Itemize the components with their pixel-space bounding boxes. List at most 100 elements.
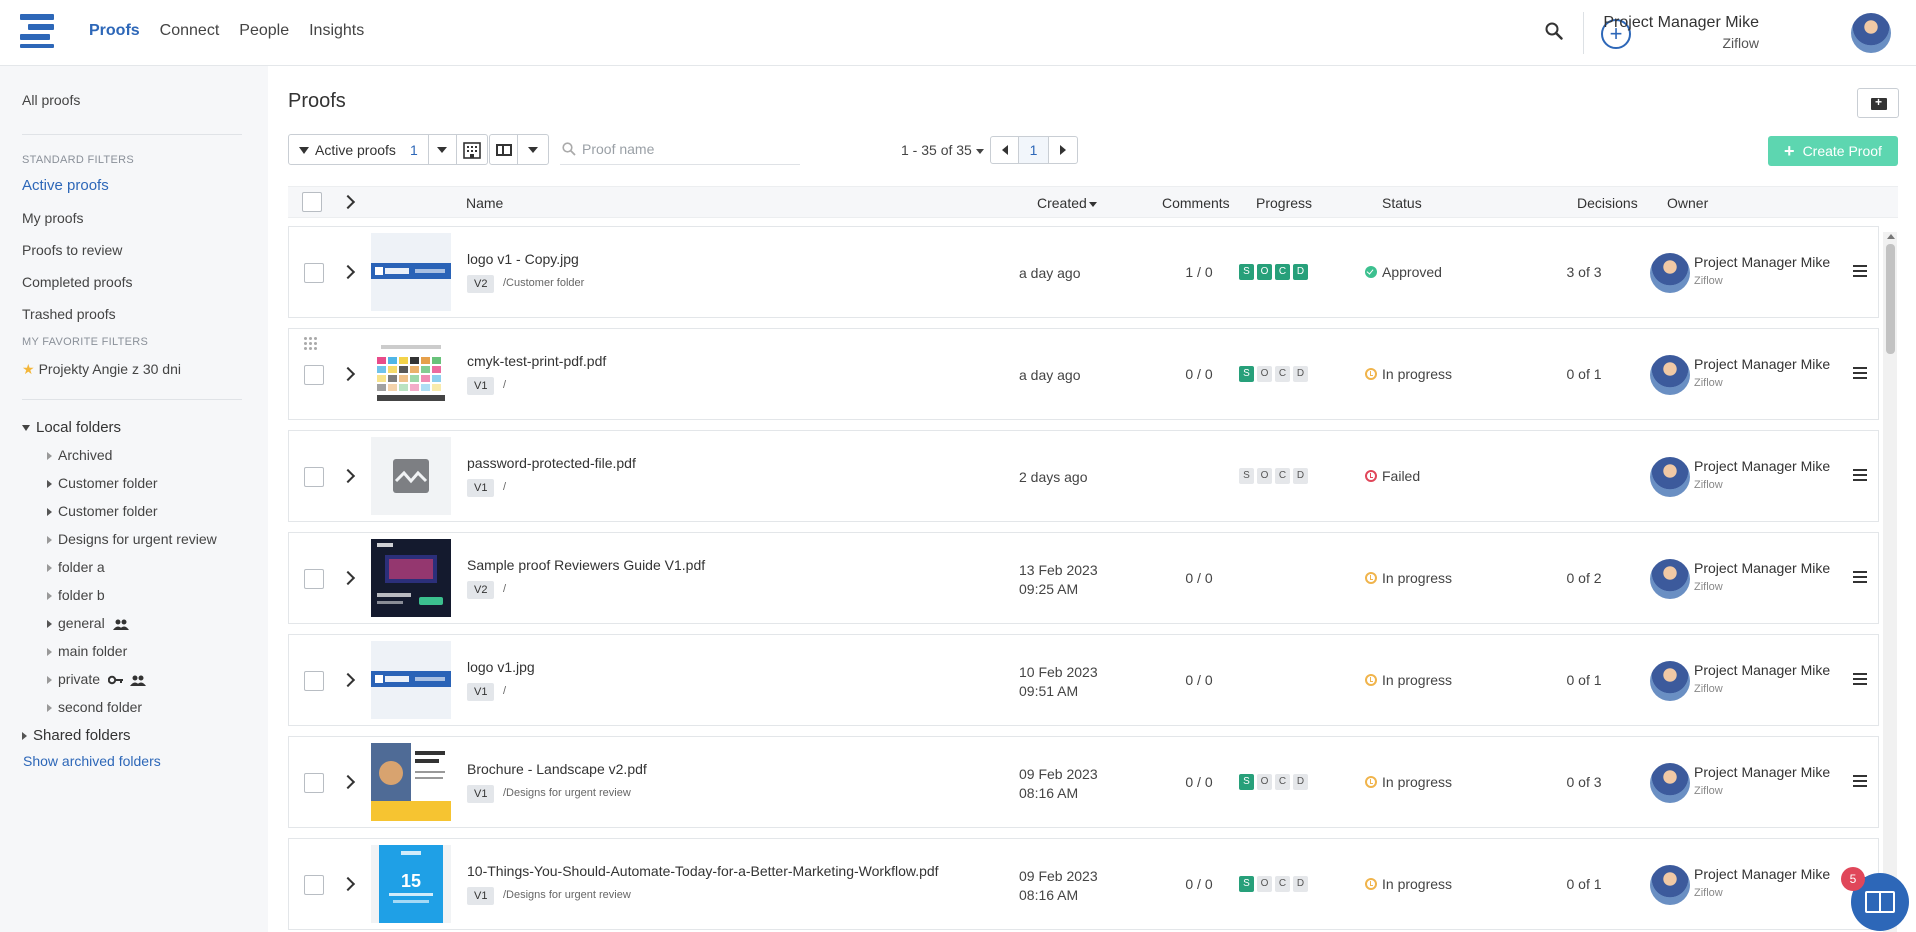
- current-page[interactable]: 1: [1019, 137, 1049, 163]
- search-icon[interactable]: [1545, 22, 1563, 40]
- owner-avatar[interactable]: [1650, 865, 1690, 905]
- row-menu-icon[interactable]: [1853, 775, 1867, 787]
- user-avatar[interactable]: [1851, 13, 1891, 53]
- drag-handle-icon[interactable]: [304, 337, 320, 353]
- owner-avatar[interactable]: [1650, 661, 1690, 701]
- owner-name[interactable]: Project Manager Mike: [1694, 560, 1830, 576]
- proof-thumbnail[interactable]: [371, 641, 451, 719]
- owner-name[interactable]: Project Manager Mike: [1694, 254, 1830, 270]
- column-dropdown-button[interactable]: [518, 135, 548, 164]
- proof-thumbnail[interactable]: [371, 539, 451, 617]
- version-badge[interactable]: V1: [467, 683, 495, 701]
- expand-row-icon[interactable]: [340, 366, 356, 382]
- row-checkbox[interactable]: [304, 263, 324, 283]
- expand-row-icon[interactable]: [340, 774, 356, 790]
- show-archived-folders-link[interactable]: Show archived folders: [23, 753, 161, 769]
- folder-b[interactable]: folder b: [47, 587, 105, 603]
- folder-second[interactable]: second folder: [47, 699, 142, 715]
- row-menu-icon[interactable]: [1853, 673, 1867, 685]
- filter-dropdown-button[interactable]: [429, 135, 457, 164]
- proof-thumbnail[interactable]: [371, 437, 451, 515]
- version-badge[interactable]: V1: [467, 785, 495, 803]
- select-all-checkbox[interactable]: [302, 192, 322, 212]
- comments-count[interactable]: 0 / 0: [1169, 876, 1229, 892]
- proof-name[interactable]: 10-Things-You-Should-Automate-Today-for-…: [467, 863, 939, 879]
- expand-row-icon[interactable]: [340, 264, 356, 280]
- folder-main[interactable]: main folder: [47, 643, 127, 659]
- proof-name[interactable]: logo v1.jpg: [467, 659, 535, 675]
- filter-trashed-proofs[interactable]: Trashed proofs: [22, 306, 116, 322]
- col-decisions[interactable]: Decisions: [1577, 195, 1638, 211]
- building-view-button[interactable]: [457, 135, 487, 164]
- col-owner[interactable]: Owner: [1667, 195, 1708, 211]
- owner-avatar[interactable]: [1650, 253, 1690, 293]
- filter-proofs-to-review[interactable]: Proofs to review: [22, 242, 122, 258]
- version-badge[interactable]: V2: [467, 275, 495, 293]
- comments-count[interactable]: 1 / 0: [1169, 264, 1229, 280]
- table-row[interactable]: Brochure - Landscape v2.pdf V1/Designs fo…: [288, 736, 1879, 828]
- filter-completed-proofs[interactable]: Completed proofs: [22, 274, 133, 290]
- owner-name[interactable]: Project Manager Mike: [1694, 764, 1830, 780]
- proof-name[interactable]: password-protected-file.pdf: [467, 455, 636, 471]
- proof-thumbnail[interactable]: [371, 743, 451, 821]
- owner-avatar[interactable]: [1650, 763, 1690, 803]
- version-badge[interactable]: V1: [467, 377, 495, 395]
- create-proof-button[interactable]: + Create Proof: [1768, 136, 1898, 166]
- owner-name[interactable]: Project Manager Mike: [1694, 866, 1830, 882]
- owner-name[interactable]: Project Manager Mike: [1694, 356, 1830, 372]
- expand-all-icon[interactable]: [340, 194, 356, 210]
- comments-count[interactable]: 0 / 0: [1169, 672, 1229, 688]
- table-row[interactable]: password-protected-file.pdf V1 / 2 days ago…: [288, 430, 1879, 522]
- owner-avatar[interactable]: [1650, 559, 1690, 599]
- table-row[interactable]: 15 10-Things-You-Should-Automate-Today-fo…: [288, 838, 1879, 930]
- favorite-filter-item[interactable]: ★ Projekty Angie z 30 dni: [22, 361, 181, 378]
- table-row[interactable]: cmyk-test-print-pdf.pdf V1 / a day ago 0 / 0…: [288, 328, 1879, 420]
- row-checkbox[interactable]: [304, 467, 324, 487]
- proof-thumbnail[interactable]: [371, 335, 451, 413]
- scrollbar-thumb[interactable]: [1886, 244, 1895, 354]
- nav-connect[interactable]: Connect: [160, 22, 220, 40]
- filter-active-proofs[interactable]: Active proofs: [22, 177, 109, 194]
- row-checkbox[interactable]: [304, 773, 324, 793]
- table-row[interactable]: logo v1 - Copy.jpg V2/Customer folder a da…: [288, 226, 1879, 318]
- proof-name[interactable]: logo v1 - Copy.jpg: [467, 251, 579, 267]
- folder-general[interactable]: general: [47, 615, 129, 631]
- row-menu-icon[interactable]: [1853, 571, 1867, 583]
- nav-insights[interactable]: Insights: [309, 22, 364, 40]
- col-comments[interactable]: Comments: [1162, 195, 1230, 211]
- row-checkbox[interactable]: [304, 875, 324, 895]
- row-menu-icon[interactable]: [1853, 265, 1867, 277]
- prev-page-button[interactable]: [991, 137, 1019, 163]
- comments-count[interactable]: 0 / 0: [1169, 366, 1229, 382]
- owner-name[interactable]: Project Manager Mike: [1694, 458, 1830, 474]
- local-folders-toggle[interactable]: Local folders: [22, 419, 121, 436]
- nav-proofs[interactable]: Proofs: [89, 22, 140, 40]
- col-created[interactable]: Created: [1037, 195, 1097, 211]
- proof-name[interactable]: Sample proof Reviewers Guide V1.pdf: [467, 557, 705, 573]
- folder-archived[interactable]: Archived: [47, 447, 112, 463]
- owner-avatar[interactable]: [1650, 457, 1690, 497]
- proof-name[interactable]: cmyk-test-print-pdf.pdf: [467, 353, 606, 369]
- folder-a[interactable]: folder a: [47, 559, 105, 575]
- proof-thumbnail[interactable]: 15: [371, 845, 451, 923]
- expand-row-icon[interactable]: [340, 672, 356, 688]
- col-progress[interactable]: Progress: [1256, 195, 1312, 211]
- owner-name[interactable]: Project Manager Mike: [1694, 662, 1830, 678]
- sidebar-all-proofs[interactable]: All proofs: [22, 92, 80, 108]
- comments-count[interactable]: 0 / 0: [1169, 570, 1229, 586]
- row-menu-icon[interactable]: [1853, 469, 1867, 481]
- row-menu-icon[interactable]: [1853, 367, 1867, 379]
- expand-row-icon[interactable]: [340, 570, 356, 586]
- pager-range[interactable]: 1 - 35 of 35: [901, 142, 984, 158]
- version-badge[interactable]: V1: [467, 479, 495, 497]
- app-logo-icon[interactable]: [20, 14, 54, 48]
- folder-private[interactable]: private: [47, 671, 146, 687]
- proof-search-input[interactable]: [582, 141, 792, 157]
- proof-name[interactable]: Brochure - Landscape v2.pdf: [467, 761, 647, 777]
- new-folder-button[interactable]: [1857, 88, 1899, 118]
- nav-people[interactable]: People: [239, 22, 289, 40]
- version-badge[interactable]: V1: [467, 887, 495, 905]
- proof-thumbnail[interactable]: [371, 233, 451, 311]
- col-status[interactable]: Status: [1382, 195, 1422, 211]
- folder-customer-1[interactable]: Customer folder: [47, 475, 158, 491]
